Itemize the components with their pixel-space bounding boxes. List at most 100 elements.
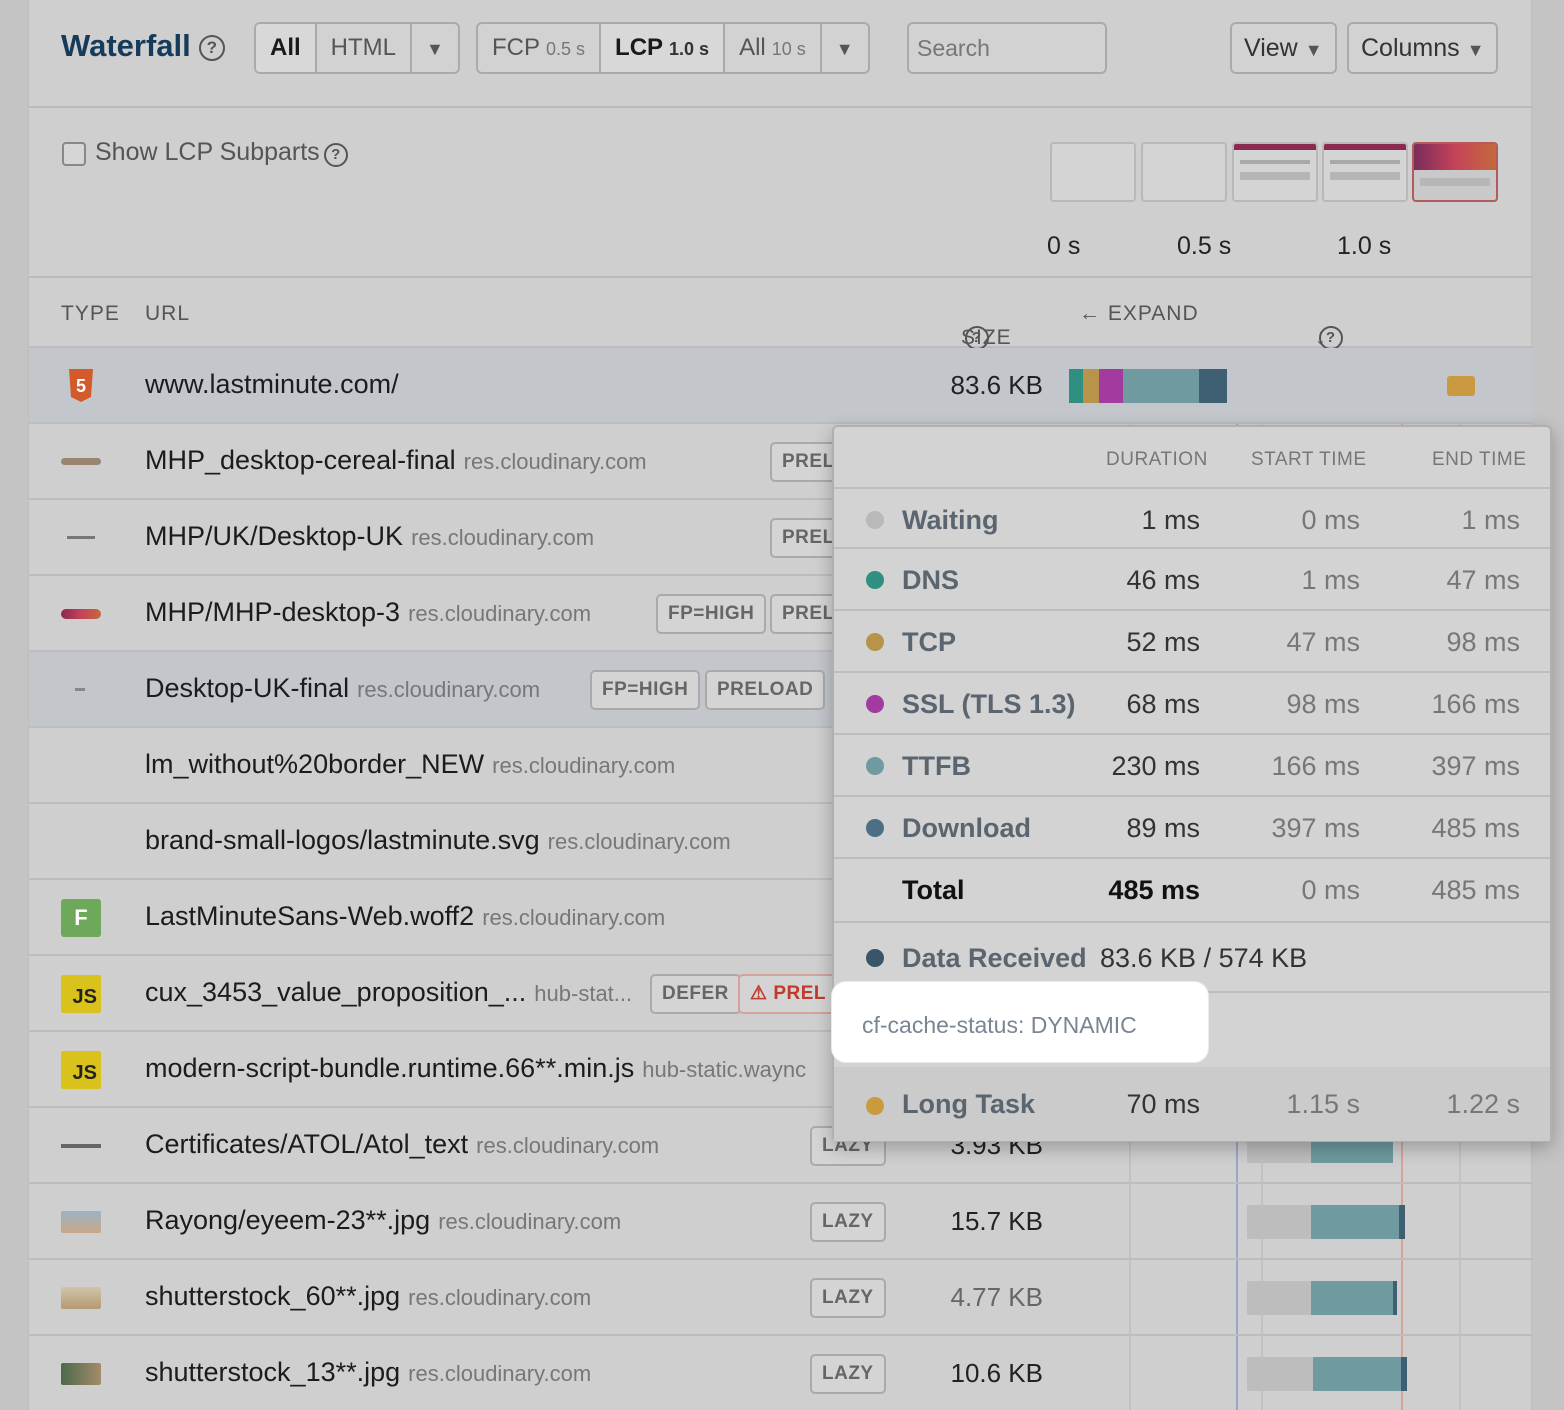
url-column-header[interactable]: URL	[145, 302, 190, 326]
lazy-badge: LAZY	[810, 1354, 886, 1394]
phase-label: TCP	[902, 627, 956, 657]
resource-url[interactable]: Desktop-UK-final res.cloudinary.com	[145, 673, 540, 704]
long-task-marker[interactable]	[1447, 376, 1475, 396]
time-label: 1.0 s	[1337, 232, 1392, 260]
show-lcp-subparts-label[interactable]: Show LCP Subparts?	[95, 138, 348, 167]
help-icon[interactable]: ?	[965, 326, 989, 350]
resource-url[interactable]: shutterstock_13**.jpg res.cloudinary.com	[145, 1357, 591, 1388]
help-icon[interactable]: ?	[198, 35, 225, 61]
image-thumbnail-icon	[61, 671, 101, 709]
filmstrip-frame[interactable]	[1141, 142, 1227, 202]
table-row[interactable]: Rayong/eyeem-23**.jpg res.cloudinary.com …	[29, 1184, 1533, 1260]
url-path: Rayong/eyeem-23**.jpg	[145, 1205, 431, 1235]
table-row[interactable]: 5 www.lastminute.com/ 83.6 KB	[29, 348, 1533, 424]
resource-url[interactable]: LastMinuteSans-Web.woff2 res.cloudinary.c…	[145, 901, 665, 932]
resource-url[interactable]: Rayong/eyeem-23**.jpg res.cloudinary.com	[145, 1205, 621, 1236]
ttfb-bar	[1123, 369, 1199, 403]
phase-end: 166 ms	[1431, 689, 1520, 719]
filter-all-button[interactable]: All	[256, 24, 317, 72]
view-dropdown[interactable]: View ▼	[1230, 22, 1337, 74]
html5-icon: 5	[61, 367, 101, 405]
resource-url[interactable]: modern-script-bundle.runtime.66**.min.js…	[145, 1053, 806, 1084]
url-path: brand-small-logos/lastminute.svg	[145, 825, 540, 855]
show-lcp-subparts-checkbox[interactable]	[62, 142, 86, 166]
phase-end: 1 ms	[1461, 505, 1520, 535]
download-bar	[1199, 369, 1227, 403]
url-host: res.cloudinary.com	[411, 525, 595, 550]
resource-url[interactable]: lm_without%20border_NEW res.cloudinary.co…	[145, 749, 675, 780]
chevron-down-icon: ▼	[426, 39, 444, 59]
chevron-down-icon: ▼	[1466, 40, 1485, 60]
resource-size: 15.7 KB	[950, 1206, 1043, 1236]
phase-end: 47 ms	[1446, 565, 1520, 595]
ttfb-color-dot	[866, 757, 884, 775]
url-host: res.cloudinary.com	[463, 449, 647, 474]
total-end: 485 ms	[1431, 875, 1520, 905]
resource-url[interactable]: MHP/UK/Desktop-UK res.cloudinary.com	[145, 521, 594, 552]
url-path: MHP_desktop-cereal-final	[145, 445, 456, 475]
filmstrip-frame[interactable]	[1050, 142, 1136, 202]
search-input[interactable]: Search	[907, 22, 1107, 74]
resource-url[interactable]: shutterstock_60**.jpg res.cloudinary.com	[145, 1281, 591, 1312]
expand-button[interactable]: ← EXPAND	[1079, 302, 1199, 326]
time-label: 0.5 s	[1177, 232, 1232, 260]
toolbar: Waterfall? All HTML ▼ FCP 0.5 s LCP 1.0 s …	[29, 0, 1533, 108]
lcp-range-button[interactable]: LCP 1.0 s	[601, 24, 726, 72]
table-row[interactable]: shutterstock_13**.jpg res.cloudinary.com …	[29, 1336, 1533, 1410]
phase-end: 485 ms	[1431, 813, 1520, 843]
help-icon[interactable]: ?	[323, 143, 348, 167]
chevron-down-icon: ▼	[1304, 40, 1323, 60]
phase-start: 47 ms	[1286, 627, 1360, 657]
filmstrip-frame-lcp[interactable]	[1412, 142, 1498, 202]
tcp-color-dot	[866, 633, 884, 651]
image-thumbnail-icon	[61, 1279, 101, 1317]
resource-url[interactable]: MHP_desktop-cereal-final res.cloudinary.c…	[145, 445, 647, 476]
ssl-color-dot	[866, 695, 884, 713]
url-host: res.cloudinary.com	[476, 1133, 660, 1158]
long-task-duration: 70 ms	[1126, 1089, 1200, 1119]
url-path: shutterstock_13**.jpg	[145, 1357, 401, 1387]
image-thumbnail-icon	[61, 443, 101, 481]
filter-html-button[interactable]: HTML	[317, 24, 413, 72]
timing-row-ttfb: TTFB 230 ms 166 ms 397 ms	[834, 735, 1550, 797]
range-dropdown-button[interactable]: ▼	[822, 24, 868, 72]
url-host: res.cloudinary.com	[492, 753, 676, 778]
all-range-button[interactable]: All 10 s	[725, 24, 822, 72]
phase-end: 98 ms	[1446, 627, 1520, 657]
url-host: hub-stat...	[534, 981, 633, 1006]
resource-url[interactable]: Certificates/ATOL/Atol_text res.cloudinar…	[145, 1129, 659, 1160]
timing-row-total: Total 485 ms 0 ms 485 ms	[834, 859, 1550, 923]
columns-dropdown[interactable]: Columns ▼	[1347, 22, 1499, 74]
filmstrip-frame[interactable]	[1232, 142, 1318, 202]
help-icon[interactable]: ?	[1319, 326, 1343, 350]
waiting-color-dot	[866, 511, 884, 529]
tcp-bar	[1083, 369, 1099, 403]
resource-url[interactable]: MHP/MHP-desktop-3 res.cloudinary.com	[145, 597, 591, 628]
svg-text:5: 5	[76, 376, 86, 396]
phase-start: 166 ms	[1271, 751, 1360, 781]
url-path: LastMinuteSans-Web.woff2	[145, 901, 475, 931]
page-title: Waterfall?	[61, 28, 225, 64]
url-host: res.cloudinary.com	[482, 905, 666, 930]
waiting-bar	[1247, 1281, 1311, 1315]
phase-label: TTFB	[902, 751, 971, 781]
long-task-row: Long Task 70 ms 1.15 s 1.22 s	[834, 1067, 1550, 1141]
phase-label: Waiting	[902, 505, 999, 535]
filter-dropdown-button[interactable]: ▼	[412, 24, 458, 72]
url-path: modern-script-bundle.runtime.66**.min.js	[145, 1053, 635, 1083]
preload-badge: PRELOAD	[705, 670, 826, 710]
cache-status-text: cf-cache-status: DYNAMIC	[862, 1012, 1137, 1038]
priority-badge: FP=HIGH	[590, 670, 701, 710]
lazy-badge: LAZY	[810, 1278, 886, 1318]
filmstrip-frame[interactable]	[1322, 142, 1408, 202]
url-path: MHP/UK/Desktop-UK	[145, 521, 404, 551]
view-label: View	[1244, 34, 1298, 62]
table-row[interactable]: shutterstock_60**.jpg res.cloudinary.com …	[29, 1260, 1533, 1336]
resource-url[interactable]: brand-small-logos/lastminute.svg res.clou…	[145, 825, 731, 856]
type-column-header[interactable]: TYPE	[61, 302, 120, 326]
long-task-end: 1.22 s	[1446, 1089, 1520, 1119]
resource-url[interactable]: cux_3453_value_proposition_... hub-stat..…	[145, 977, 632, 1008]
resource-url[interactable]: www.lastminute.com/	[145, 369, 399, 400]
dns-color-dot	[866, 571, 884, 589]
fcp-range-button[interactable]: FCP 0.5 s	[478, 24, 602, 72]
